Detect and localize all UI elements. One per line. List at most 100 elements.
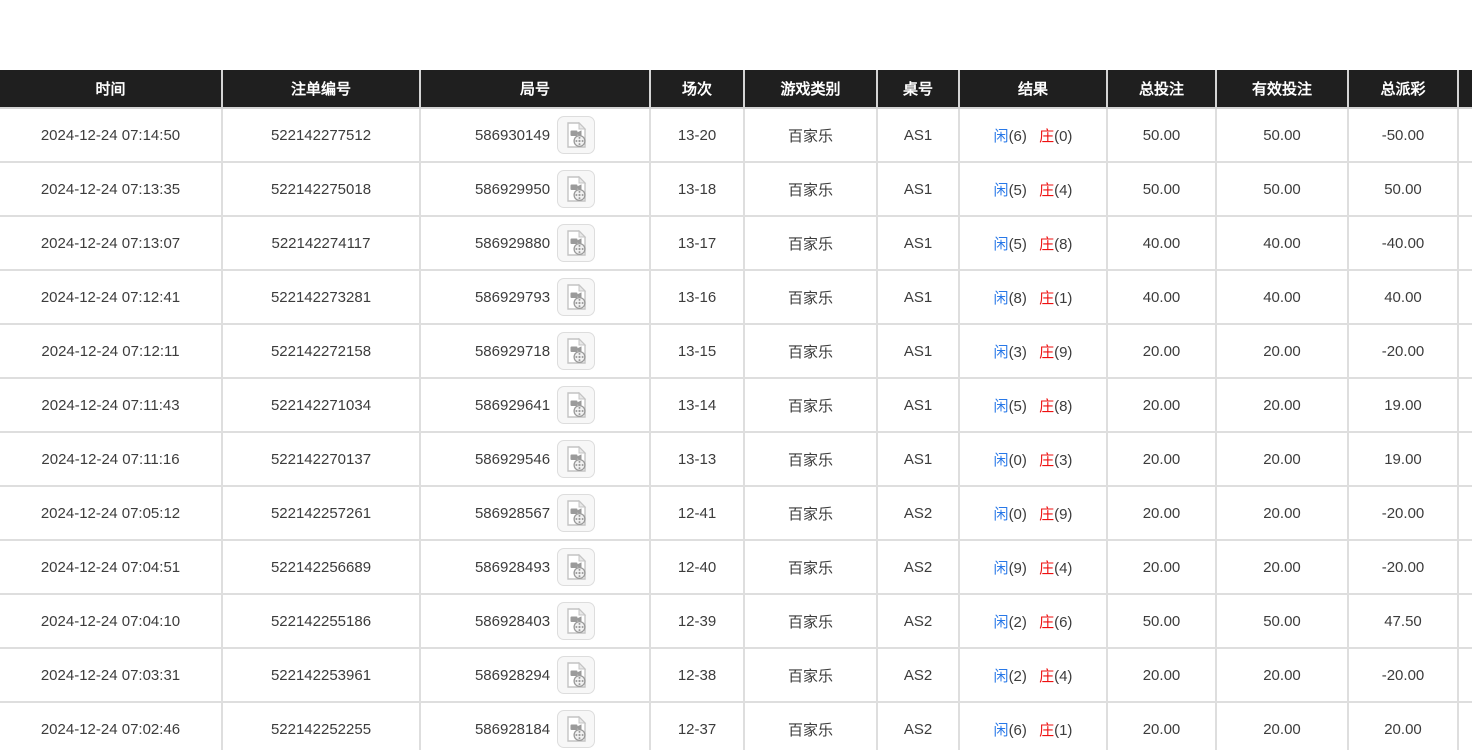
video-replay-button[interactable] xyxy=(557,602,595,640)
result-banker: 庄 xyxy=(1039,452,1054,469)
cell-valid-bet: 20.00 xyxy=(1216,702,1348,750)
round-number: 586929718 xyxy=(475,343,550,360)
result-banker-score: (1) xyxy=(1054,722,1072,739)
cell-total-bet: 20.00 xyxy=(1107,702,1216,750)
video-replay-button[interactable] xyxy=(557,224,595,262)
round-number: 586930149 xyxy=(475,127,550,144)
table-row: 2024-12-24 07:13:35 522142275018 5869299… xyxy=(0,162,1472,216)
cell-payout: -20.00 xyxy=(1348,486,1458,540)
cell-clipped xyxy=(1458,270,1472,324)
round-number: 586929880 xyxy=(475,235,550,252)
cell-bet-id: 522142252255 xyxy=(222,702,420,750)
video-replay-button[interactable] xyxy=(557,278,595,316)
cell-valid-bet: 40.00 xyxy=(1216,270,1348,324)
result-banker: 庄 xyxy=(1039,182,1054,199)
cell-clipped xyxy=(1458,540,1472,594)
cell-clipped xyxy=(1458,162,1472,216)
video-file-icon xyxy=(565,662,588,688)
cell-round-id: 586928567 xyxy=(420,486,650,540)
cell-clipped xyxy=(1458,648,1472,702)
cell-bet-id: 522142253961 xyxy=(222,648,420,702)
result-banker-score: (4) xyxy=(1054,668,1072,685)
round-number: 586928403 xyxy=(475,613,550,630)
result-banker-score: (3) xyxy=(1054,452,1072,469)
video-file-icon xyxy=(565,446,588,472)
cell-game-type: 百家乐 xyxy=(744,324,877,378)
cell-bet-id: 522142274117 xyxy=(222,216,420,270)
table-header: 时间 注单编号 局号 场次 游戏类别 桌号 结果 总投注 有效投注 总派彩 xyxy=(0,70,1472,108)
video-replay-button[interactable] xyxy=(557,710,595,748)
video-replay-button[interactable] xyxy=(557,548,595,586)
table-row: 2024-12-24 07:05:12 522142257261 5869285… xyxy=(0,486,1472,540)
cell-payout: -20.00 xyxy=(1348,648,1458,702)
cell-result: 闲(6) 庄(0) xyxy=(959,108,1107,162)
cell-total-bet: 50.00 xyxy=(1107,162,1216,216)
cell-total-bet: 50.00 xyxy=(1107,108,1216,162)
video-replay-button[interactable] xyxy=(557,440,595,478)
column-header-valid-bet: 有效投注 xyxy=(1216,70,1348,108)
cell-round-id: 586929793 xyxy=(420,270,650,324)
result-banker: 庄 xyxy=(1039,128,1054,145)
cell-time: 2024-12-24 07:05:12 xyxy=(0,486,222,540)
cell-table-no: AS2 xyxy=(877,594,959,648)
result-player: 闲 xyxy=(994,452,1009,469)
cell-payout: 19.00 xyxy=(1348,378,1458,432)
cell-bet-id: 522142272158 xyxy=(222,324,420,378)
cell-payout: 47.50 xyxy=(1348,594,1458,648)
result-player: 闲 xyxy=(994,614,1009,631)
result-player-score: (5) xyxy=(1009,182,1027,199)
cell-game-type: 百家乐 xyxy=(744,486,877,540)
cell-total-bet: 20.00 xyxy=(1107,540,1216,594)
result-banker: 庄 xyxy=(1039,398,1054,415)
video-replay-button[interactable] xyxy=(557,386,595,424)
cell-payout: 50.00 xyxy=(1348,162,1458,216)
round-number: 586929950 xyxy=(475,181,550,198)
cell-total-bet: 20.00 xyxy=(1107,486,1216,540)
result-player: 闲 xyxy=(994,722,1009,739)
video-replay-button[interactable] xyxy=(557,116,595,154)
cell-game-type: 百家乐 xyxy=(744,648,877,702)
round-number: 586929546 xyxy=(475,451,550,468)
column-header-game-type: 游戏类别 xyxy=(744,70,877,108)
cell-valid-bet: 50.00 xyxy=(1216,594,1348,648)
result-player-score: (8) xyxy=(1009,290,1027,307)
video-replay-button[interactable] xyxy=(557,656,595,694)
cell-result: 闲(6) 庄(1) xyxy=(959,702,1107,750)
video-file-icon xyxy=(565,122,588,148)
cell-game-type: 百家乐 xyxy=(744,216,877,270)
table-row: 2024-12-24 07:12:11 522142272158 5869297… xyxy=(0,324,1472,378)
column-header-time: 时间 xyxy=(0,70,222,108)
cell-table-no: AS1 xyxy=(877,270,959,324)
cell-round-id: 586929718 xyxy=(420,324,650,378)
cell-session: 13-17 xyxy=(650,216,744,270)
cell-valid-bet: 20.00 xyxy=(1216,648,1348,702)
result-player: 闲 xyxy=(994,668,1009,685)
result-player: 闲 xyxy=(994,560,1009,577)
cell-result: 闲(0) 庄(9) xyxy=(959,486,1107,540)
cell-valid-bet: 20.00 xyxy=(1216,540,1348,594)
video-file-icon xyxy=(565,392,588,418)
cell-time: 2024-12-24 07:04:51 xyxy=(0,540,222,594)
cell-valid-bet: 20.00 xyxy=(1216,432,1348,486)
cell-payout: 19.00 xyxy=(1348,432,1458,486)
result-banker: 庄 xyxy=(1039,236,1054,253)
cell-session: 12-41 xyxy=(650,486,744,540)
cell-result: 闲(5) 庄(4) xyxy=(959,162,1107,216)
column-header-bet-id: 注单编号 xyxy=(222,70,420,108)
cell-valid-bet: 20.00 xyxy=(1216,486,1348,540)
cell-table-no: AS2 xyxy=(877,486,959,540)
video-replay-button[interactable] xyxy=(557,332,595,370)
cell-valid-bet: 50.00 xyxy=(1216,162,1348,216)
bet-records-table: 时间 注单编号 局号 场次 游戏类别 桌号 结果 总投注 有效投注 总派彩 20… xyxy=(0,70,1472,750)
result-banker-score: (6) xyxy=(1054,614,1072,631)
video-replay-button[interactable] xyxy=(557,494,595,532)
result-player: 闲 xyxy=(994,344,1009,361)
cell-clipped xyxy=(1458,594,1472,648)
video-replay-button[interactable] xyxy=(557,170,595,208)
cell-bet-id: 522142275018 xyxy=(222,162,420,216)
cell-session: 12-39 xyxy=(650,594,744,648)
cell-clipped xyxy=(1458,432,1472,486)
video-file-icon xyxy=(565,608,588,634)
result-player-score: (2) xyxy=(1009,668,1027,685)
result-player: 闲 xyxy=(994,506,1009,523)
